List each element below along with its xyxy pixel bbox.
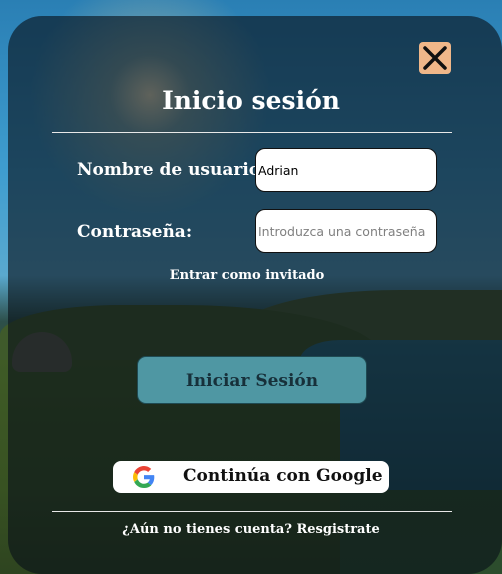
google-icon	[133, 466, 155, 488]
close-button[interactable]	[419, 42, 451, 74]
username-input[interactable]	[255, 148, 437, 192]
guest-login-link[interactable]: Entrar como invitado	[0, 268, 494, 283]
divider	[52, 132, 452, 133]
divider	[52, 511, 452, 512]
password-label: Contraseña:	[77, 222, 193, 242]
password-input[interactable]	[255, 209, 437, 253]
google-signin-button[interactable]: Continúa con Google	[113, 461, 389, 493]
register-link[interactable]: ¿Aún no tienes cuenta? Resgistrate	[0, 522, 502, 537]
google-signin-label: Continúa con Google	[183, 466, 383, 486]
page-title: Inicio sesión	[162, 86, 340, 115]
login-button[interactable]: Iniciar Sesión	[137, 356, 367, 404]
close-icon	[423, 46, 447, 70]
username-label: Nombre de usuario:	[77, 160, 267, 180]
